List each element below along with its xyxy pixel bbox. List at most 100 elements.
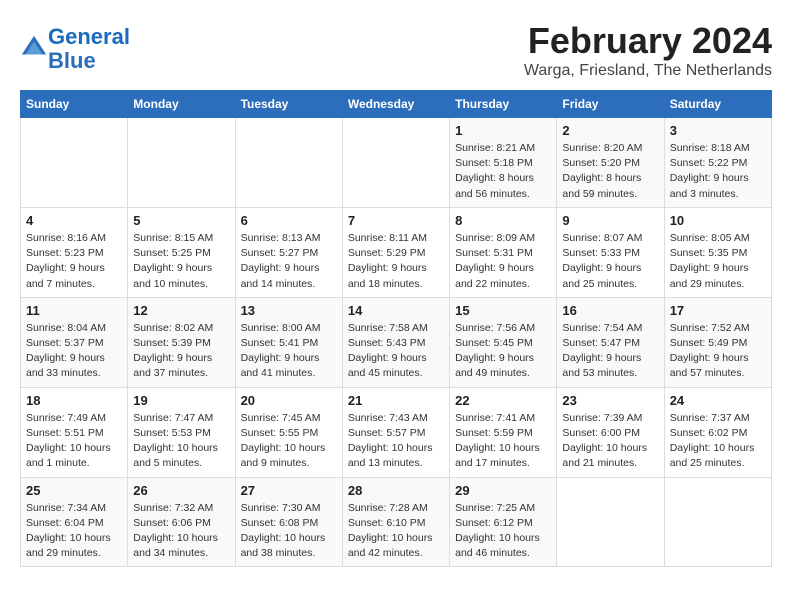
calendar-cell: 1 Sunrise: 8:21 AMSunset: 5:18 PMDaylight… [450,118,557,208]
day-info: Sunrise: 7:28 AMSunset: 6:10 PMDaylight:… [348,501,444,562]
day-number: 1 [455,123,551,138]
day-info: Sunrise: 7:39 AMSunset: 6:00 PMDaylight:… [562,411,658,472]
day-info: Sunrise: 8:02 AMSunset: 5:39 PMDaylight:… [133,321,229,382]
day-number: 25 [26,483,122,498]
day-number: 15 [455,303,551,318]
logo-line1: General [48,24,130,49]
day-header-wednesday: Wednesday [342,91,449,118]
calendar-cell: 6Sunrise: 8:13 AMSunset: 5:27 PMDaylight… [235,207,342,297]
calendar-cell: 23Sunrise: 7:39 AMSunset: 6:00 PMDayligh… [557,387,664,477]
calendar-cell: 7Sunrise: 8:11 AMSunset: 5:29 PMDaylight… [342,207,449,297]
calendar-cell: 29 Sunrise: 7:25 AMSunset: 6:12 PMDayligh… [450,477,557,567]
day-info: Sunrise: 8:04 AMSunset: 5:37 PMDaylight:… [26,321,122,382]
week-row-4: 18 Sunrise: 7:49 AMSunset: 5:51 PMDayligh… [21,387,772,477]
calendar-cell [235,118,342,208]
day-number: 9 [562,213,658,228]
day-info: Sunrise: 8:07 AMSunset: 5:33 PMDaylight:… [562,231,658,292]
day-info: Sunrise: 7:58 AMSunset: 5:43 PMDaylight:… [348,321,444,382]
week-row-2: 4 Sunrise: 8:16 AMSunset: 5:23 PMDaylight… [21,207,772,297]
calendar-cell: 15Sunrise: 7:56 AMSunset: 5:45 PMDayligh… [450,297,557,387]
day-info: Sunrise: 8:20 AMSunset: 5:20 PMDaylight:… [562,141,658,202]
calendar-cell: 3 Sunrise: 8:18 AMSunset: 5:22 PMDaylight… [664,118,771,208]
calendar-cell [342,118,449,208]
day-number: 29 [455,483,551,498]
day-info: Sunrise: 8:09 AMSunset: 5:31 PMDaylight:… [455,231,551,292]
calendar-cell: 5Sunrise: 8:15 AMSunset: 5:25 PMDaylight… [128,207,235,297]
day-header-monday: Monday [128,91,235,118]
week-row-5: 25 Sunrise: 7:34 AMSunset: 6:04 PMDayligh… [21,477,772,567]
title-area: February 2024 Warga, Friesland, The Neth… [524,20,772,80]
calendar-cell: 17Sunrise: 7:52 AMSunset: 5:49 PMDayligh… [664,297,771,387]
day-number: 4 [26,213,122,228]
calendar-cell: 4 Sunrise: 8:16 AMSunset: 5:23 PMDaylight… [21,207,128,297]
calendar-cell: 21 Sunrise: 7:43 AMSunset: 5:57 PMDayligh… [342,387,449,477]
day-number: 18 [26,393,122,408]
calendar-cell: 25 Sunrise: 7:34 AMSunset: 6:04 PMDayligh… [21,477,128,567]
calendar-cell: 14 Sunrise: 7:58 AMSunset: 5:43 PMDayligh… [342,297,449,387]
calendar-cell: 18 Sunrise: 7:49 AMSunset: 5:51 PMDayligh… [21,387,128,477]
day-number: 10 [670,213,766,228]
calendar-cell: 22 Sunrise: 7:41 AMSunset: 5:59 PMDayligh… [450,387,557,477]
logo-line2: Blue [48,48,96,73]
day-number: 22 [455,393,551,408]
calendar-cell: 12 Sunrise: 8:02 AMSunset: 5:39 PMDayligh… [128,297,235,387]
day-number: 13 [241,303,337,318]
calendar-cell [557,477,664,567]
day-header-sunday: Sunday [21,91,128,118]
calendar-cell: 20 Sunrise: 7:45 AMSunset: 5:55 PMDayligh… [235,387,342,477]
calendar-cell: 9 Sunrise: 8:07 AMSunset: 5:33 PMDaylight… [557,207,664,297]
calendar-cell [664,477,771,567]
calendar-table: SundayMondayTuesdayWednesdayThursdayFrid… [20,90,772,567]
calendar-cell: 10 Sunrise: 8:05 AMSunset: 5:35 PMDayligh… [664,207,771,297]
day-number: 11 [26,303,122,318]
day-info: Sunrise: 7:45 AMSunset: 5:55 PMDaylight:… [241,411,337,472]
calendar-header: SundayMondayTuesdayWednesdayThursdayFrid… [21,91,772,118]
day-info: Sunrise: 7:54 AMSunset: 5:47 PMDaylight:… [562,321,658,382]
day-number: 21 [348,393,444,408]
calendar-title: February 2024 [524,20,772,62]
day-header-thursday: Thursday [450,91,557,118]
page-header: General Blue February 2024 Warga, Friesl… [20,20,772,80]
day-info: Sunrise: 7:52 AMSunset: 5:49 PMDaylight:… [670,321,766,382]
calendar-cell: 26Sunrise: 7:32 AMSunset: 6:06 PMDayligh… [128,477,235,567]
day-number: 2 [562,123,658,138]
day-number: 20 [241,393,337,408]
day-info: Sunrise: 7:37 AMSunset: 6:02 PMDaylight:… [670,411,766,472]
day-info: Sunrise: 8:13 AMSunset: 5:27 PMDaylight:… [241,231,337,292]
day-header-saturday: Saturday [664,91,771,118]
day-number: 19 [133,393,229,408]
day-info: Sunrise: 8:05 AMSunset: 5:35 PMDaylight:… [670,231,766,292]
day-info: Sunrise: 7:25 AMSunset: 6:12 PMDaylight:… [455,501,551,562]
day-info: Sunrise: 7:30 AMSunset: 6:08 PMDaylight:… [241,501,337,562]
day-info: Sunrise: 8:18 AMSunset: 5:22 PMDaylight:… [670,141,766,202]
day-number: 27 [241,483,337,498]
day-info: Sunrise: 8:21 AMSunset: 5:18 PMDaylight:… [455,141,551,202]
day-number: 12 [133,303,229,318]
day-number: 14 [348,303,444,318]
logo: General Blue [20,25,130,73]
day-number: 28 [348,483,444,498]
week-row-1: 1 Sunrise: 8:21 AMSunset: 5:18 PMDaylight… [21,118,772,208]
day-number: 5 [133,213,229,228]
calendar-cell: 8 Sunrise: 8:09 AMSunset: 5:31 PMDaylight… [450,207,557,297]
day-info: Sunrise: 8:16 AMSunset: 5:23 PMDaylight:… [26,231,122,292]
day-info: Sunrise: 7:49 AMSunset: 5:51 PMDaylight:… [26,411,122,472]
calendar-body: 1 Sunrise: 8:21 AMSunset: 5:18 PMDaylight… [21,118,772,567]
day-number: 16 [562,303,658,318]
day-info: Sunrise: 7:41 AMSunset: 5:59 PMDaylight:… [455,411,551,472]
day-number: 26 [133,483,229,498]
day-info: Sunrise: 7:43 AMSunset: 5:57 PMDaylight:… [348,411,444,472]
day-headers-row: SundayMondayTuesdayWednesdayThursdayFrid… [21,91,772,118]
calendar-cell: 27 Sunrise: 7:30 AMSunset: 6:08 PMDayligh… [235,477,342,567]
day-number: 7 [348,213,444,228]
day-info: Sunrise: 8:00 AMSunset: 5:41 PMDaylight:… [241,321,337,382]
calendar-cell [21,118,128,208]
calendar-cell: 24 Sunrise: 7:37 AMSunset: 6:02 PMDayligh… [664,387,771,477]
calendar-subtitle: Warga, Friesland, The Netherlands [524,62,772,80]
day-number: 3 [670,123,766,138]
calendar-cell: 16 Sunrise: 7:54 AMSunset: 5:47 PMDayligh… [557,297,664,387]
calendar-cell: 2 Sunrise: 8:20 AMSunset: 5:20 PMDaylight… [557,118,664,208]
day-number: 8 [455,213,551,228]
day-number: 24 [670,393,766,408]
day-info: Sunrise: 7:34 AMSunset: 6:04 PMDaylight:… [26,501,122,562]
